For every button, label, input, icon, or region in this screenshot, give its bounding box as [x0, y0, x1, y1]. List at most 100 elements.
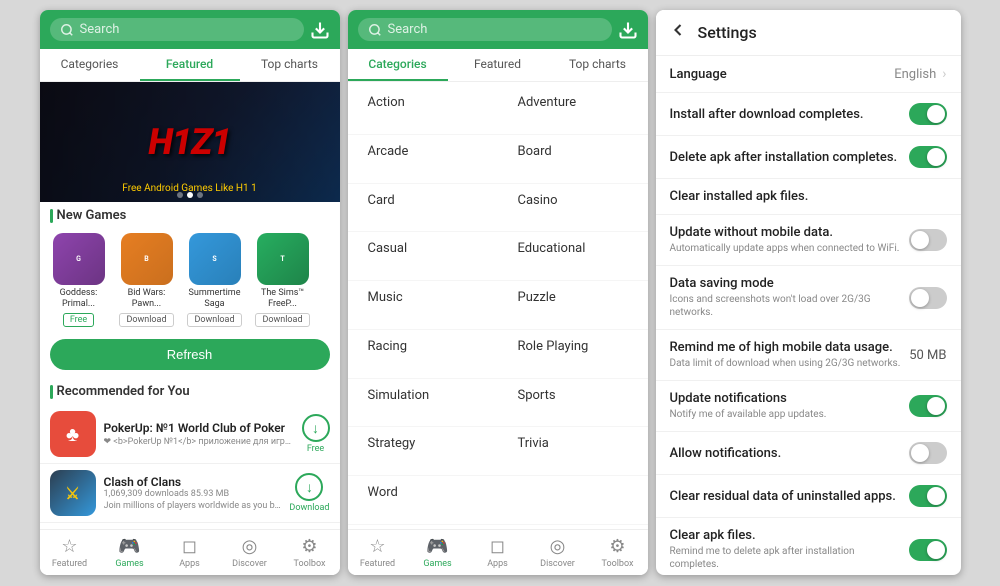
- tab-categories-2[interactable]: Categories: [348, 49, 448, 81]
- settings-item-title-allow_notifications: Allow notifications.: [670, 446, 901, 461]
- nav-featured-2[interactable]: ☆ Featured: [348, 530, 408, 575]
- settings-item-left-clear_installed_apk: Clear installed apk files.: [670, 189, 939, 204]
- settings-item-title-clear_installed_apk: Clear installed apk files.: [670, 189, 939, 204]
- settings-item-update_without_mobile[interactable]: Update without mobile data.Automatically…: [656, 215, 961, 266]
- nav-discover-2[interactable]: ◎ Discover: [528, 530, 588, 575]
- screen3-settings: Settings LanguageEnglish›Install after d…: [656, 10, 961, 575]
- game-btn-3[interactable]: Download: [255, 313, 309, 327]
- search-icon-1: [60, 23, 74, 37]
- cat-right-1[interactable]: Board: [498, 135, 648, 184]
- settings-item-left-update_notifications: Update notifications Notify me of availab…: [670, 391, 901, 421]
- game-btn-0[interactable]: Free: [63, 313, 94, 327]
- toggle-data_saving[interactable]: [909, 287, 947, 309]
- toggle-knob-delete_apk: [927, 148, 945, 166]
- toggle-update_without_mobile[interactable]: [909, 229, 947, 251]
- cat-right-7[interactable]: Trivia: [498, 427, 648, 476]
- nav-toolbox-1[interactable]: ⚙ Toolbox: [280, 530, 340, 575]
- toggle-allow_notifications[interactable]: [909, 442, 947, 464]
- search-placeholder-1: Search: [80, 22, 120, 37]
- rec-action-clash[interactable]: ↓ Download: [289, 473, 329, 513]
- game-item-0[interactable]: G Goddess: Primal... Free: [48, 233, 110, 327]
- game-icon-0: G: [53, 233, 105, 285]
- cat-left-7[interactable]: Strategy: [348, 427, 498, 476]
- download-icon-1[interactable]: [310, 20, 330, 40]
- cat-left-8[interactable]: Word: [348, 476, 498, 525]
- settings-item-install_after_download[interactable]: Install after download completes.: [656, 93, 961, 136]
- tab-topcharts-2[interactable]: Top charts: [548, 49, 648, 81]
- cat-left-3[interactable]: Casual: [348, 232, 498, 281]
- settings-item-data_saving[interactable]: Data saving modeIcons and screenshots wo…: [656, 266, 961, 330]
- nav-discover-1[interactable]: ◎ Discover: [220, 530, 280, 575]
- settings-item-language[interactable]: LanguageEnglish›: [656, 56, 961, 93]
- rec-price-clash: Download: [289, 503, 329, 513]
- nav-label-games-1: Games: [115, 559, 143, 569]
- settings-item-delete_apk[interactable]: Delete apk after installation completes.: [656, 136, 961, 179]
- nav-icon-toolbox-2: ⚙: [609, 536, 625, 557]
- settings-item-left-data_saving: Data saving modeIcons and screenshots wo…: [670, 276, 901, 319]
- cat-right-0[interactable]: Adventure: [498, 86, 648, 135]
- tab-featured-2[interactable]: Featured: [448, 49, 548, 81]
- cat-left-1[interactable]: Arcade: [348, 135, 498, 184]
- nav-toolbox-2[interactable]: ⚙ Toolbox: [588, 530, 648, 575]
- toggle-delete_apk[interactable]: [909, 146, 947, 168]
- toggle-update_notifications[interactable]: [909, 395, 947, 417]
- back-arrow[interactable]: [668, 20, 688, 45]
- nav-icon-apps-2: ◻: [490, 536, 505, 557]
- rec-action-poker[interactable]: ↓ Free: [302, 414, 330, 454]
- nav-games-2[interactable]: 🎮 Games: [408, 530, 468, 575]
- nav-label-discover-2: Discover: [540, 559, 575, 569]
- cat-left-0[interactable]: Action: [348, 86, 498, 135]
- toggle-clear_apk_files[interactable]: [909, 539, 947, 561]
- nav-games-1[interactable]: 🎮 Games: [100, 530, 160, 575]
- tab-categories-1[interactable]: Categories: [40, 49, 140, 81]
- nav-apps-1[interactable]: ◻ Apps: [160, 530, 220, 575]
- toggle-knob-allow_notifications: [911, 444, 929, 462]
- new-games-title: New Games: [40, 202, 340, 229]
- game-name-0: Goddess: Primal...: [48, 288, 110, 310]
- search-icon-2: [368, 23, 382, 37]
- cat-left-4[interactable]: Music: [348, 281, 498, 330]
- download-icon-2[interactable]: [618, 20, 638, 40]
- refresh-button[interactable]: Refresh: [50, 339, 330, 370]
- game-item-1[interactable]: B Bid Wars: Pawn... Download: [116, 233, 178, 327]
- game-icon-1: B: [121, 233, 173, 285]
- settings-list: LanguageEnglish›Install after download c…: [656, 56, 961, 575]
- rec-item-0[interactable]: ♣ PokerUp: №1 World Club of Poker ❤ <b>P…: [40, 405, 340, 464]
- game-btn-1[interactable]: Download: [119, 313, 173, 327]
- screen2-categories: Search Categories Featured Top charts Ac…: [348, 10, 648, 575]
- rec-item-1[interactable]: ⚔ Clash of Clans 1,069,309 downloads 85.…: [40, 464, 340, 523]
- banner-subtitle: Free Android Games Like H1 1: [122, 183, 256, 194]
- settings-item-sub-update_notifications: Notify me of available app updates.: [670, 408, 901, 421]
- nav-apps-2[interactable]: ◻ Apps: [468, 530, 528, 575]
- search-input-1[interactable]: Search: [50, 18, 304, 41]
- rec-info-clash: Clash of Clans 1,069,309 downloads 85.93…: [104, 475, 282, 511]
- rec-name-clash: Clash of Clans: [104, 475, 282, 489]
- settings-item-left-update_without_mobile: Update without mobile data.Automatically…: [670, 225, 901, 255]
- cat-left-5[interactable]: Racing: [348, 330, 498, 379]
- settings-item-clear_residual[interactable]: Clear residual data of uninstalled apps.: [656, 475, 961, 518]
- game-item-3[interactable]: T The Sims™ FreeP... Download: [252, 233, 314, 327]
- settings-item-right-clear_residual: [909, 485, 947, 507]
- cat-right-3[interactable]: Educational: [498, 232, 648, 281]
- settings-item-update_notifications[interactable]: Update notifications Notify me of availab…: [656, 381, 961, 432]
- game-btn-2[interactable]: Download: [187, 313, 241, 327]
- toggle-clear_residual[interactable]: [909, 485, 947, 507]
- toggle-install_after_download[interactable]: [909, 103, 947, 125]
- cat-left-6[interactable]: Simulation: [348, 379, 498, 428]
- settings-item-allow_notifications[interactable]: Allow notifications.: [656, 432, 961, 475]
- nav-featured-1[interactable]: ☆ Featured: [40, 530, 100, 575]
- cat-left-2[interactable]: Card: [348, 184, 498, 233]
- cat-right-4[interactable]: Puzzle: [498, 281, 648, 330]
- settings-item-title-update_notifications: Update notifications: [670, 391, 901, 406]
- settings-item-remind_mobile_data[interactable]: Remind me of high mobile data usage.Data…: [656, 330, 961, 381]
- cat-right-2[interactable]: Casino: [498, 184, 648, 233]
- settings-item-clear_apk_files[interactable]: Clear apk files.Remind me to delete apk …: [656, 518, 961, 575]
- search-input-2[interactable]: Search: [358, 18, 612, 41]
- cat-right-6[interactable]: Sports: [498, 379, 648, 428]
- game-item-2[interactable]: S Summertime Saga Download: [184, 233, 246, 327]
- mb-value-remind_mobile_data: 50 MB: [909, 348, 946, 363]
- tab-topcharts-1[interactable]: Top charts: [240, 49, 340, 81]
- cat-right-5[interactable]: Role Playing: [498, 330, 648, 379]
- tab-featured-1[interactable]: Featured: [140, 49, 240, 81]
- settings-item-clear_installed_apk: Clear installed apk files.: [656, 179, 961, 215]
